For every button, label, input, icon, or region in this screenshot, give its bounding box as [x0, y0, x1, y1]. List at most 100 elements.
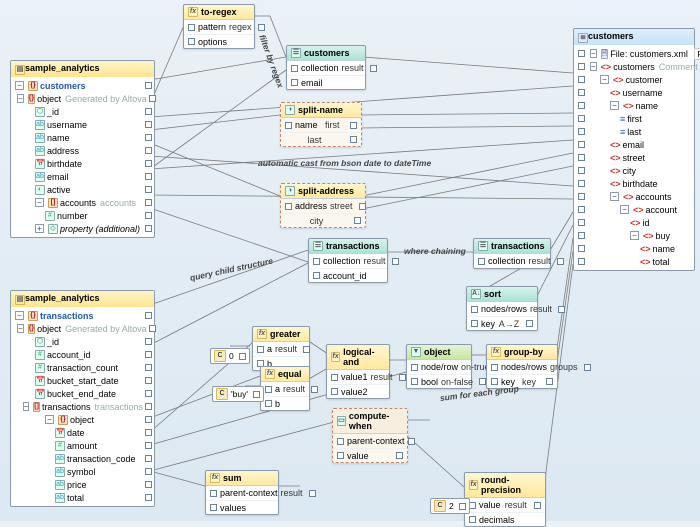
- input-port[interactable]: [331, 388, 338, 395]
- node-customers-lookup[interactable]: ☰customers collectionresult email: [286, 45, 366, 90]
- node-transactions-1[interactable]: ☰transactions collectionresult account_i…: [308, 238, 388, 283]
- input-port[interactable]: [471, 306, 478, 313]
- output-port[interactable]: [145, 186, 152, 193]
- expand-icon[interactable]: −: [17, 94, 24, 103]
- output-port[interactable]: [145, 351, 152, 358]
- node-object-filter[interactable]: ▼object node/rowon-true boolon-false: [406, 344, 472, 389]
- output-port[interactable]: [145, 403, 152, 410]
- node-split-address[interactable]: ◑split-address addressstreet city: [280, 183, 366, 228]
- input-port[interactable]: [210, 490, 217, 497]
- node-split-name[interactable]: ◑split-name namefirst last: [280, 102, 362, 147]
- output-port[interactable]: [392, 258, 399, 265]
- input-port[interactable]: [578, 193, 585, 200]
- mapping-canvas[interactable]: ▤sample_analytics −{}customers −{}object…: [0, 0, 700, 521]
- input-port[interactable]: [491, 378, 498, 385]
- output-port[interactable]: [399, 374, 406, 381]
- input-port[interactable]: [578, 154, 585, 161]
- source-sample-analytics-customers[interactable]: ▤sample_analytics −{}customers −{}object…: [10, 60, 155, 238]
- output-port[interactable]: [145, 468, 152, 475]
- input-port[interactable]: [578, 89, 585, 96]
- input-port[interactable]: [188, 24, 195, 31]
- expand-icon[interactable]: −: [15, 311, 24, 320]
- input-port[interactable]: [291, 65, 298, 72]
- constant-two[interactable]: 2: [430, 498, 470, 514]
- input-port[interactable]: [578, 258, 585, 265]
- node-logical-and[interactable]: fxlogical-and value1result value2: [326, 344, 390, 399]
- file-type-label[interactable]: File/String: [694, 48, 700, 60]
- input-port[interactable]: [491, 364, 498, 371]
- input-port[interactable]: [578, 180, 585, 187]
- output-port[interactable]: [145, 364, 152, 371]
- output-port[interactable]: [303, 346, 310, 353]
- output-port[interactable]: [546, 378, 553, 385]
- output-port[interactable]: [534, 502, 541, 509]
- output-port[interactable]: [145, 121, 152, 128]
- expand-icon[interactable]: +: [35, 224, 44, 233]
- output-port[interactable]: [584, 364, 591, 371]
- input-port[interactable]: [331, 374, 338, 381]
- input-port[interactable]: [313, 272, 320, 279]
- constant-zero[interactable]: 0: [210, 348, 250, 364]
- output-port[interactable]: [145, 108, 152, 115]
- output-port[interactable]: [145, 212, 152, 219]
- node-group-by[interactable]: fxgroup-by nodes/rowsgroups keykey: [486, 344, 558, 389]
- output-port[interactable]: [145, 338, 152, 345]
- input-port[interactable]: [257, 346, 264, 353]
- output-port[interactable]: [311, 386, 318, 393]
- output-port[interactable]: [408, 438, 415, 445]
- output-port[interactable]: [145, 377, 152, 384]
- expand-icon[interactable]: −: [600, 75, 609, 84]
- input-port[interactable]: [578, 115, 585, 122]
- node-transactions-2[interactable]: ☰transactions collectionresult: [473, 238, 551, 269]
- output-port[interactable]: [149, 325, 156, 332]
- output-port[interactable]: [145, 173, 152, 180]
- input-port[interactable]: [478, 258, 485, 265]
- output-port[interactable]: [145, 160, 152, 167]
- input-port[interactable]: [578, 102, 585, 109]
- input-port[interactable]: [578, 63, 585, 70]
- output-port[interactable]: [145, 312, 152, 319]
- output-port[interactable]: [350, 122, 357, 129]
- input-port[interactable]: [578, 50, 585, 57]
- input-port[interactable]: [578, 76, 585, 83]
- expand-icon[interactable]: −: [45, 415, 54, 424]
- target-customers-xml[interactable]: ≣customers −🗎File: customers.xml File/St…: [573, 28, 695, 271]
- output-port[interactable]: [459, 503, 466, 510]
- expand-icon[interactable]: −: [35, 198, 44, 207]
- node-greater[interactable]: fxgreater aresult b: [252, 326, 310, 371]
- expand-icon[interactable]: −: [17, 324, 24, 333]
- input-port[interactable]: [285, 203, 292, 210]
- input-port[interactable]: [578, 232, 585, 239]
- input-port[interactable]: [291, 79, 298, 86]
- expand-icon[interactable]: −: [23, 402, 30, 411]
- input-port[interactable]: [265, 400, 272, 407]
- output-port[interactable]: [145, 494, 152, 501]
- output-port[interactable]: [309, 490, 316, 497]
- expand-icon[interactable]: −: [15, 81, 24, 90]
- output-port[interactable]: [145, 455, 152, 462]
- input-port[interactable]: [265, 386, 272, 393]
- output-port[interactable]: [145, 416, 152, 423]
- output-port[interactable]: [354, 217, 361, 224]
- input-port[interactable]: [411, 378, 418, 385]
- output-port[interactable]: [145, 199, 152, 206]
- expand-icon[interactable]: −: [590, 49, 597, 58]
- output-port[interactable]: [350, 136, 357, 143]
- output-port[interactable]: [145, 390, 152, 397]
- input-port[interactable]: [471, 320, 478, 327]
- node-sort[interactable]: A↓sort nodes/rowsresult keyA→Z: [466, 286, 538, 331]
- input-port[interactable]: [469, 516, 476, 523]
- output-port[interactable]: [239, 353, 246, 360]
- constant-buy[interactable]: 'buy': [212, 386, 264, 402]
- input-port[interactable]: [337, 452, 344, 459]
- expand-icon[interactable]: −: [610, 192, 619, 201]
- output-port[interactable]: [145, 442, 152, 449]
- source-sample-analytics-transactions[interactable]: ▤sample_analytics −{}transactions −{}obj…: [10, 290, 155, 507]
- output-port[interactable]: [526, 320, 533, 327]
- expand-icon[interactable]: −: [630, 231, 639, 240]
- node-compute-when[interactable]: ▭compute-when parent-context value: [332, 408, 408, 463]
- input-port[interactable]: [578, 219, 585, 226]
- expand-icon[interactable]: −: [610, 101, 619, 110]
- node-to-regex[interactable]: fxto-regex patternregex options: [183, 4, 255, 49]
- output-port[interactable]: [145, 429, 152, 436]
